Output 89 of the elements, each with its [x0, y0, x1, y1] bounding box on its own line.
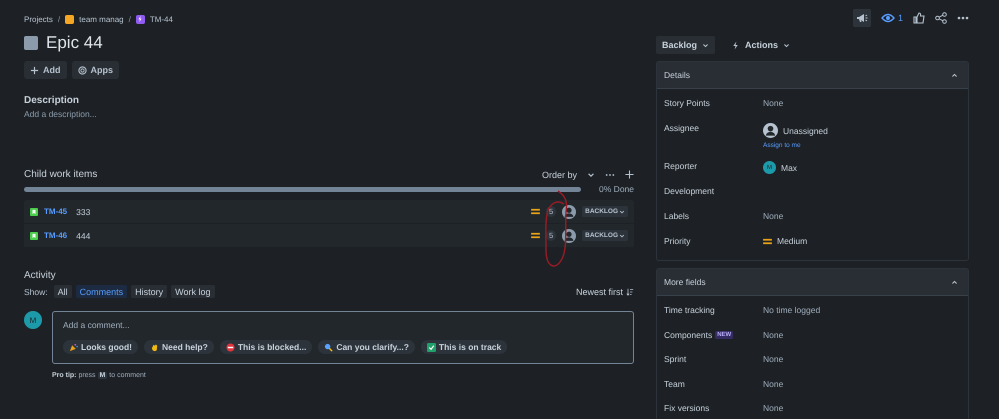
field-value[interactable]: Unassigned — [783, 126, 828, 136]
epic-icon — [136, 14, 145, 24]
order-by-button[interactable]: Order by — [542, 170, 577, 180]
breadcrumb-separator: / — [128, 14, 131, 24]
avatar-icon — [763, 123, 778, 138]
plus-icon — [30, 66, 39, 74]
breadcrumb-link[interactable]: Projects — [24, 14, 53, 24]
more-fields-panel-header[interactable]: More fields — [657, 269, 968, 296]
apps-icon — [78, 66, 86, 74]
breadcrumb-link[interactable]: team manag — [79, 14, 124, 24]
priority-medium-icon — [530, 232, 540, 239]
field-value[interactable]: None — [763, 403, 784, 413]
more-icon[interactable] — [957, 16, 969, 20]
field-label: Fix versions — [664, 403, 710, 413]
issue-summary: 444 — [76, 230, 90, 240]
add-button[interactable]: Add — [24, 61, 66, 79]
sort-icon — [626, 288, 634, 296]
activity-filter-tab[interactable]: All — [54, 285, 72, 298]
epic-icon — [24, 36, 38, 50]
field-label: Reporter — [664, 161, 698, 171]
apps-button[interactable]: Apps — [72, 61, 119, 79]
quick-reply-button[interactable]: Looks good! — [63, 340, 138, 354]
show-label: Show: — [24, 286, 48, 296]
field-value[interactable]: Max — [781, 162, 798, 172]
chevron-down-icon — [619, 232, 625, 238]
field-label: Components — [664, 330, 712, 340]
activity-filter-tab[interactable]: History — [131, 285, 168, 298]
section-heading: Activity — [24, 270, 57, 281]
activity-filter-tab[interactable]: Work log — [171, 285, 215, 298]
field-label: Team — [664, 378, 685, 388]
breadcrumb-separator: / — [58, 14, 60, 24]
quick-reply-button[interactable]: This is blocked... — [220, 340, 312, 354]
field-value[interactable]: None — [763, 330, 784, 340]
issue-title[interactable]: Epic 44 — [46, 33, 103, 53]
more-icon[interactable] — [605, 172, 615, 176]
hand-icon — [150, 342, 159, 352]
details-panel-header[interactable]: Details — [657, 62, 968, 89]
project-icon — [65, 14, 74, 24]
actions-button[interactable]: Actions — [725, 36, 796, 54]
user-avatar: M — [24, 311, 42, 329]
thumbs-up-icon[interactable] — [913, 12, 925, 24]
share-icon[interactable] — [935, 12, 947, 24]
priority-medium-icon — [530, 208, 540, 215]
description-placeholder[interactable]: Add a description... — [24, 109, 634, 119]
activity-filter-tab[interactable]: Comments — [76, 285, 128, 298]
priority-medium-icon — [763, 238, 772, 244]
field-value[interactable]: None — [763, 211, 784, 221]
comment-field[interactable]: Add a comment... Looks good! Need help? This is blocked... Can you clarify...? This is on track — [52, 311, 634, 364]
field-label: Priority — [664, 236, 692, 246]
chevron-down-icon — [783, 42, 790, 48]
field-label: Development — [664, 186, 716, 196]
section-heading: Description — [24, 95, 80, 106]
field-value[interactable]: None — [763, 98, 784, 108]
progress-label: 0% Done — [599, 184, 634, 194]
chevron-down-icon[interactable] — [587, 170, 595, 178]
search-icon — [324, 342, 334, 352]
lightning-icon — [731, 40, 740, 50]
quick-reply-button[interactable]: Can you clarify...? — [318, 340, 415, 354]
breadcrumb-link[interactable]: TM-44 — [150, 14, 173, 24]
chevron-up-icon — [951, 72, 958, 78]
plus-icon[interactable] — [625, 170, 634, 179]
issue-key-link[interactable]: TM-46 — [44, 231, 68, 240]
avatar-icon[interactable] — [562, 228, 576, 242]
megaphone-icon[interactable] — [852, 9, 871, 27]
checkmark-icon — [426, 342, 436, 352]
avatar-icon[interactable] — [562, 204, 576, 218]
quick-reply-button[interactable]: This is on track — [420, 340, 508, 354]
quick-reply-button[interactable]: Need help? — [144, 340, 214, 354]
status-button[interactable]: Backlog — [656, 36, 716, 54]
party-popper-icon — [69, 342, 78, 352]
field-label: Time tracking — [664, 305, 715, 315]
story-icon — [30, 208, 38, 216]
story-icon — [30, 232, 38, 240]
no-entry-icon — [226, 342, 235, 352]
issue-summary: 333 — [76, 206, 90, 216]
sort-button[interactable]: Newest first — [576, 286, 634, 296]
chevron-down-icon — [702, 42, 710, 48]
field-label: Story Points — [664, 98, 711, 108]
field-value[interactable]: None — [763, 378, 784, 388]
issue-key-link[interactable]: TM-45 — [44, 207, 68, 216]
field-label: Sprint — [664, 354, 686, 364]
field-value[interactable]: None — [763, 354, 784, 364]
chevron-down-icon — [619, 208, 625, 214]
field-label: Labels — [664, 211, 690, 221]
field-value[interactable]: Medium — [777, 236, 808, 246]
chevron-up-icon — [951, 278, 958, 286]
field-label: Assignee — [664, 123, 700, 133]
section-heading: Child work items — [24, 169, 98, 180]
field-value[interactable]: No time logged — [763, 305, 820, 315]
